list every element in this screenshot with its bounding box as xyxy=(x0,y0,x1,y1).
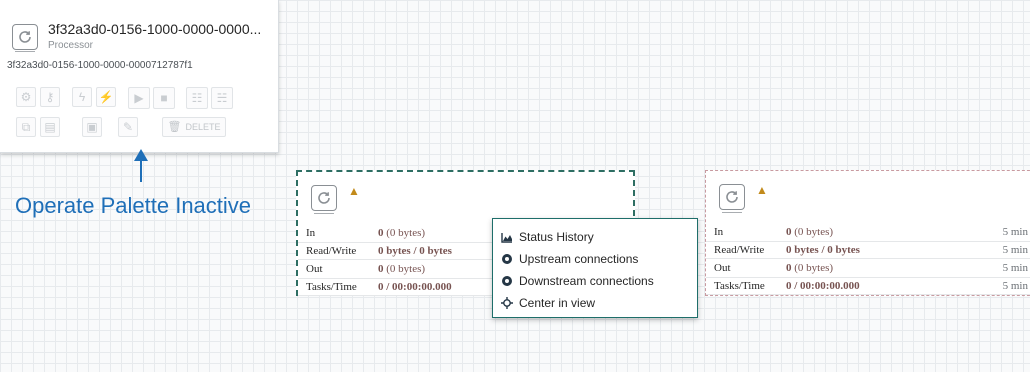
group-button[interactable]: ▣ xyxy=(82,117,102,137)
menu-item-label: Upstream connections xyxy=(519,252,639,266)
paste-button[interactable]: ▤ xyxy=(40,117,60,137)
circle-arrow-down-icon xyxy=(501,275,513,287)
palette-component-type: Processor xyxy=(48,40,94,51)
stats-label: Out xyxy=(714,262,731,274)
stats-value: 0 / 00:00:00.000 xyxy=(786,280,860,292)
stats-label: Tasks/Time xyxy=(306,281,357,293)
palette-component-id: 3f32a3d0-0156-1000-0000-0000712787f1 xyxy=(7,60,193,71)
stats-value: 0 / 00:00:00.000 xyxy=(378,281,452,293)
gear-icon: ⚙ xyxy=(20,90,32,104)
stats-row-in: In 0 (0 bytes) 5 min xyxy=(706,223,1030,241)
upload-template-button[interactable]: ☵ xyxy=(211,87,233,109)
delete-button[interactable]: 🗑 DELETE xyxy=(162,117,226,137)
warning-icon[interactable]: ▲ xyxy=(348,184,360,198)
menu-item-label: Center in view xyxy=(519,296,596,310)
copy-button[interactable]: ⧉ xyxy=(16,117,36,137)
play-icon: ▶ xyxy=(134,91,144,105)
group-icon: ▣ xyxy=(86,120,98,134)
stats-value: 0 bytes / 0 bytes xyxy=(786,244,860,256)
disable-button[interactable]: ⚡ xyxy=(96,87,116,107)
operate-palette: 3f32a3d0-0156-1000-0000-0000... Processo… xyxy=(0,0,279,153)
stats-value-detail: (0 bytes) xyxy=(383,227,426,239)
stats-value-detail: (0 bytes) xyxy=(791,226,834,238)
menu-item-downstream-connections[interactable]: Downstream connections xyxy=(493,270,697,292)
stats-label: Read/Write xyxy=(714,244,765,256)
trash-icon: 🗑 xyxy=(167,120,182,133)
area-chart-icon xyxy=(501,231,513,243)
start-button[interactable]: ▶ xyxy=(128,87,150,109)
stop-icon: ■ xyxy=(160,91,168,105)
stop-button[interactable]: ■ xyxy=(153,87,175,109)
paintbrush-icon: ✎ xyxy=(122,120,134,134)
key-icon: ⚷ xyxy=(45,90,55,104)
warning-icon[interactable]: ▲ xyxy=(756,183,768,197)
template-icon: ☷ xyxy=(191,91,203,105)
access-policies-button[interactable]: ⚷ xyxy=(40,87,60,107)
stats-row-tasks-time: Tasks/Time 0 / 00:00:00.000 5 min xyxy=(706,277,1030,295)
stats-label: Read/Write xyxy=(306,245,357,257)
stats-duration: 5 min xyxy=(1002,226,1028,238)
processor-stats: In 0 (0 bytes) 5 min Read/Write 0 bytes … xyxy=(706,223,1030,295)
stats-label: Out xyxy=(306,263,323,275)
stats-duration: 5 min xyxy=(1002,262,1028,274)
lightning-icon: ϟ xyxy=(78,90,86,104)
processor-icon xyxy=(719,184,745,213)
change-color-button[interactable]: ✎ xyxy=(118,117,138,137)
stats-value-detail: (0 bytes) xyxy=(791,262,834,274)
stats-value: 0 bytes / 0 bytes xyxy=(378,245,452,257)
menu-item-label: Downstream connections xyxy=(519,274,654,288)
palette-component-name: 3f32a3d0-0156-1000-0000-0000... xyxy=(48,21,262,37)
configure-button[interactable]: ⚙ xyxy=(16,87,36,107)
stats-label: Tasks/Time xyxy=(714,280,765,292)
stats-duration: 5 min xyxy=(1002,280,1028,292)
annotation-arrow-line xyxy=(140,160,142,182)
stats-duration: 5 min xyxy=(1002,244,1028,256)
menu-item-upstream-connections[interactable]: Upstream connections xyxy=(493,248,697,270)
stats-label: In xyxy=(306,227,316,239)
context-menu: Status History Upstream connections Down… xyxy=(492,218,698,318)
menu-item-center-in-view[interactable]: Center in view xyxy=(493,292,697,314)
circle-arrow-up-icon xyxy=(501,253,513,265)
template-upload-icon: ☵ xyxy=(216,91,228,105)
processor[interactable]: ▲ In 0 (0 bytes) 5 min Read/Write 0 byte… xyxy=(705,170,1030,296)
stats-value-detail: (0 bytes) xyxy=(383,263,426,275)
menu-item-label: Status History xyxy=(519,230,594,244)
create-template-button[interactable]: ☷ xyxy=(186,87,208,109)
menu-item-status-history[interactable]: Status History xyxy=(493,226,697,248)
stats-row-read-write: Read/Write 0 bytes / 0 bytes 5 min xyxy=(706,241,1030,259)
paste-icon: ▤ xyxy=(44,120,56,134)
processor-icon xyxy=(311,185,337,214)
stats-row-out: Out 0 (0 bytes) 5 min xyxy=(706,259,1030,277)
stats-label: In xyxy=(714,226,724,238)
crosshair-icon xyxy=(501,297,513,309)
lightning-slash-icon: ⚡ xyxy=(98,90,114,104)
annotation-label: Operate Palette Inactive xyxy=(15,193,252,218)
delete-button-label: DELETE xyxy=(185,121,221,132)
enable-button[interactable]: ϟ xyxy=(72,87,92,107)
copy-icon: ⧉ xyxy=(21,120,31,134)
processor-icon xyxy=(12,24,38,52)
